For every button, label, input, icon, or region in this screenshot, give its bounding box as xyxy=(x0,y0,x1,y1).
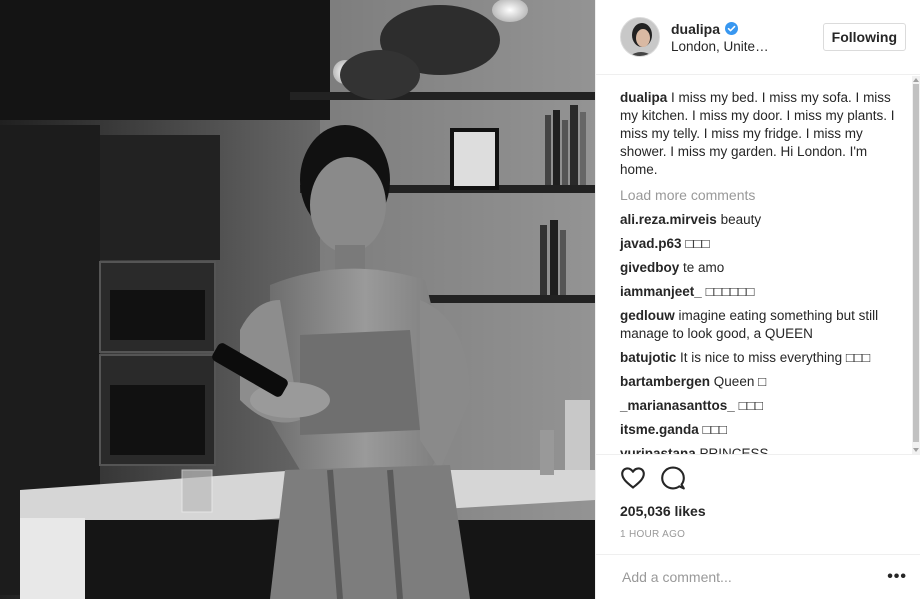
comment-item: batujotic It is nice to miss everything … xyxy=(620,349,899,367)
avatar-image xyxy=(621,18,659,56)
load-more-comments-link[interactable]: Load more comments xyxy=(620,187,899,203)
comment-username[interactable]: itsme.ganda xyxy=(620,422,699,437)
post-actions: 205,036 likes 1 HOUR AGO xyxy=(596,454,920,554)
comment-text: PRINCESS xyxy=(699,446,769,454)
post-header: dualipa London, United Kingdom Following xyxy=(596,0,920,75)
post-sidebar: dualipa London, United Kingdom Following… xyxy=(595,0,920,599)
comment-username[interactable]: gedlouw xyxy=(620,308,675,323)
location-link[interactable]: London, United Kingdom xyxy=(671,39,775,54)
more-options-button[interactable]: ••• xyxy=(887,568,907,586)
following-button[interactable]: Following xyxy=(822,23,906,51)
comments-inner: dualipa I miss my bed. I miss my sofa. I… xyxy=(596,76,920,454)
comments-scrollbar[interactable] xyxy=(912,76,920,454)
comment-item: _marianasanttos_ □□□ xyxy=(620,397,899,415)
comment-text: □□□□□□ xyxy=(705,284,755,299)
comment-username[interactable]: bartambergen xyxy=(620,374,710,389)
comment-item: javad.p63 □□□ xyxy=(620,235,899,253)
comments-list[interactable]: dualipa I miss my bed. I miss my sofa. I… xyxy=(596,76,920,454)
comment-item: itsme.ganda □□□ xyxy=(620,421,899,439)
comment-text: It is nice to miss everything □□□ xyxy=(680,350,871,365)
add-comment-input[interactable] xyxy=(620,568,888,586)
likes-count[interactable]: 205,036 likes xyxy=(620,503,920,519)
comment-bubble-icon[interactable] xyxy=(660,465,686,491)
scroll-down-arrow-icon[interactable] xyxy=(913,448,919,452)
comment-item: bartambergen Queen □ xyxy=(620,373,899,391)
comment-username[interactable]: javad.p63 xyxy=(620,236,682,251)
comment-item: yuripastana PRINCESS xyxy=(620,445,899,454)
avatar[interactable] xyxy=(620,17,660,57)
post-timestamp[interactable]: 1 HOUR AGO xyxy=(620,529,920,540)
scrollbar-thumb[interactable] xyxy=(913,84,919,442)
comment-item: ali.reza.mirveis beauty xyxy=(620,211,899,229)
heart-icon[interactable] xyxy=(620,465,646,491)
comment-items: ali.reza.mirveis beauty javad.p63 □□□ give… xyxy=(620,211,899,454)
comment-text: te amo xyxy=(683,260,725,275)
post-photo[interactable] xyxy=(0,0,595,599)
scroll-up-arrow-icon[interactable] xyxy=(913,78,919,82)
comment-text: beauty xyxy=(720,212,762,227)
post-image xyxy=(0,0,595,599)
action-icons xyxy=(620,463,920,493)
add-comment-bar: ••• xyxy=(596,554,920,599)
username-link[interactable]: dualipa xyxy=(671,21,720,37)
user-line: dualipa xyxy=(671,21,823,37)
comment-item: gedlouw imagine eating something but sti… xyxy=(620,307,899,343)
comment-text: □□□ xyxy=(738,398,764,413)
comment-username[interactable]: ali.reza.mirveis xyxy=(620,212,717,227)
comment-text: Queen □ xyxy=(713,374,767,389)
instagram-post: dualipa London, United Kingdom Following… xyxy=(0,0,920,599)
comment-username[interactable]: givedboy xyxy=(620,260,679,275)
caption-username[interactable]: dualipa xyxy=(620,90,667,105)
comment-username[interactable]: _marianasanttos_ xyxy=(620,398,735,413)
comment-text: □□□ xyxy=(702,422,728,437)
comment-username[interactable]: iammanjeet_ xyxy=(620,284,702,299)
comment-item: givedboy te amo xyxy=(620,259,899,277)
verified-badge-icon xyxy=(725,22,739,35)
comment-text: □□□ xyxy=(685,236,710,251)
comment-username[interactable]: yuripastana xyxy=(620,446,696,454)
post-caption: dualipa I miss my bed. I miss my sofa. I… xyxy=(620,89,899,179)
user-block: dualipa London, United Kingdom xyxy=(671,21,823,54)
comment-username[interactable]: batujotic xyxy=(620,350,676,365)
comment-item: iammanjeet_ □□□□□□ xyxy=(620,283,899,301)
